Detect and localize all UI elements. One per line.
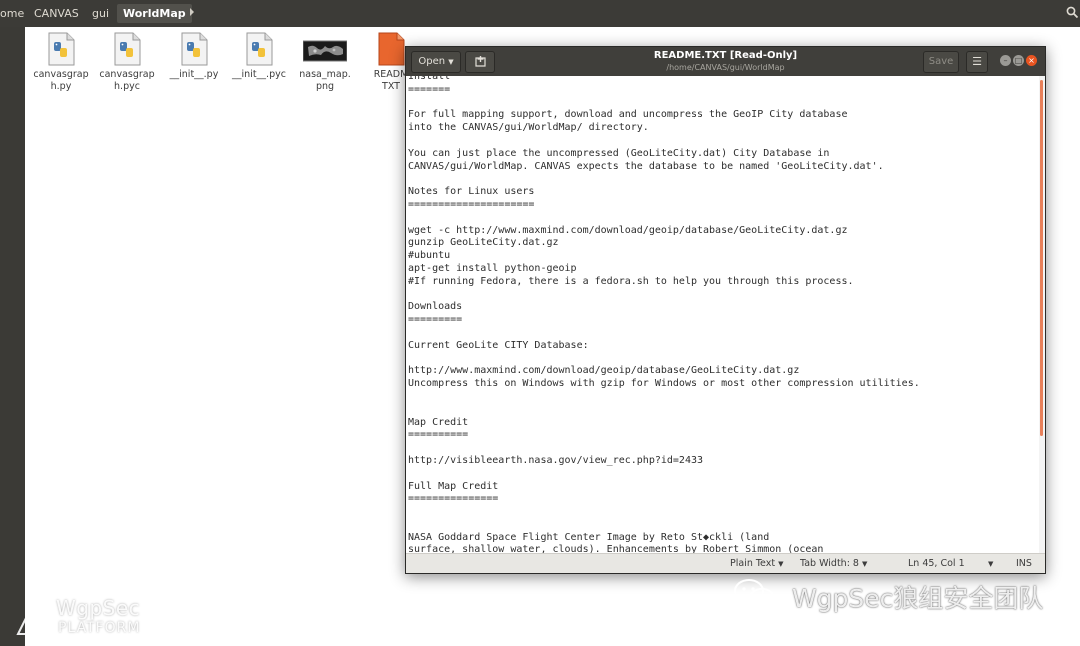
language-selector[interactable]: Plain Text ▼: [730, 557, 784, 571]
status-bar: Plain Text ▼ Tab Width: 8 ▼ Ln 45, Col 1…: [406, 553, 1045, 573]
file-manager-sidebar: [0, 27, 25, 646]
cursor-position[interactable]: Ln 45, Col 1: [908, 557, 965, 570]
wechat-icon: [732, 578, 778, 620]
watermark-wgpsec: WgpSec狼组安全团队: [732, 578, 1072, 614]
python-file-icon: [114, 32, 141, 66]
chevron-down-icon: ▼: [778, 560, 784, 568]
file-item-canvasgraph-py[interactable]: canvasgrap h.py: [28, 32, 94, 93]
vertical-scrollbar[interactable]: [1039, 76, 1045, 554]
file-item-init-py[interactable]: __init__.py: [161, 32, 227, 81]
chevron-right-icon[interactable]: [188, 6, 196, 21]
breadcrumb-worldmap[interactable]: WorldMap: [117, 4, 192, 23]
python-file-icon: [181, 32, 208, 66]
file-item-init-pyc[interactable]: __init__.pyc: [226, 32, 292, 81]
file-item-nasa-map-png[interactable]: nasa_map. png: [292, 32, 358, 93]
file-name-line1: __init__.pyc: [232, 69, 286, 80]
text-view[interactable]: Install ======= For full mapping support…: [406, 76, 1039, 554]
path-bar: ome CANVAS gui WorldMap: [0, 0, 1080, 27]
breadcrumb-home[interactable]: ome: [0, 4, 30, 23]
file-item-canvasgraph-pyc[interactable]: canvasgrap h.pyc: [94, 32, 160, 93]
minimize-icon: –: [1003, 56, 1008, 65]
search-icon[interactable]: [1066, 6, 1079, 22]
watermark-left-line1: WgpSec: [56, 596, 141, 620]
file-name-line1: nasa_map.: [299, 69, 351, 80]
file-name-line1: __init__.py: [169, 69, 219, 80]
text-editor-window: Open ▼ README.TXT [Read-Only] /home/CANV…: [405, 46, 1046, 574]
close-icon: ×: [1028, 56, 1035, 65]
chevron-down-icon: ▼: [862, 560, 868, 568]
close-button[interactable]: ×: [1026, 55, 1037, 66]
file-name-line2: h.py: [50, 81, 72, 92]
maximize-icon: □: [1014, 56, 1023, 65]
file-name-line1: canvasgrap: [99, 69, 155, 80]
language-label: Plain Text: [730, 558, 776, 569]
watermark-platform-logo: WgpSec PLATFORM: [14, 596, 174, 640]
menu-icon: ☰: [972, 55, 982, 68]
document-content: Install ======= For full mapping support…: [408, 76, 920, 554]
wolf-logo-icon: [16, 596, 56, 635]
maximize-button[interactable]: □: [1013, 55, 1024, 66]
save-button[interactable]: Save: [923, 51, 959, 73]
text-file-icon: [378, 32, 405, 66]
minimize-button[interactable]: –: [1000, 55, 1011, 66]
tab-width-label: Tab Width: 8: [800, 558, 859, 569]
insert-mode-indicator[interactable]: INS: [1016, 557, 1032, 570]
cursor-position-label: Ln 45, Col 1: [908, 558, 965, 569]
watermark-left-line2: PLATFORM: [58, 620, 141, 636]
file-name-line2: png: [315, 81, 335, 92]
image-thumbnail-icon: [303, 40, 347, 62]
file-name-line1: canvasgrap: [33, 69, 89, 80]
breadcrumb-gui[interactable]: gui: [86, 4, 115, 23]
hamburger-menu-button[interactable]: ☰: [966, 51, 988, 73]
file-name-line2: h.pyc: [114, 81, 140, 92]
python-file-icon: [246, 32, 273, 66]
breadcrumb-canvas[interactable]: CANVAS: [28, 4, 85, 23]
chevron-down-icon[interactable]: ▼: [988, 557, 993, 571]
python-file-icon: [48, 32, 75, 66]
scrollbar-thumb[interactable]: [1040, 80, 1043, 436]
tab-width-selector[interactable]: Tab Width: 8 ▼: [800, 557, 867, 571]
editor-headerbar: Open ▼ README.TXT [Read-Only] /home/CANV…: [406, 47, 1045, 76]
watermark-text: WgpSec狼组安全团队: [791, 584, 1044, 613]
